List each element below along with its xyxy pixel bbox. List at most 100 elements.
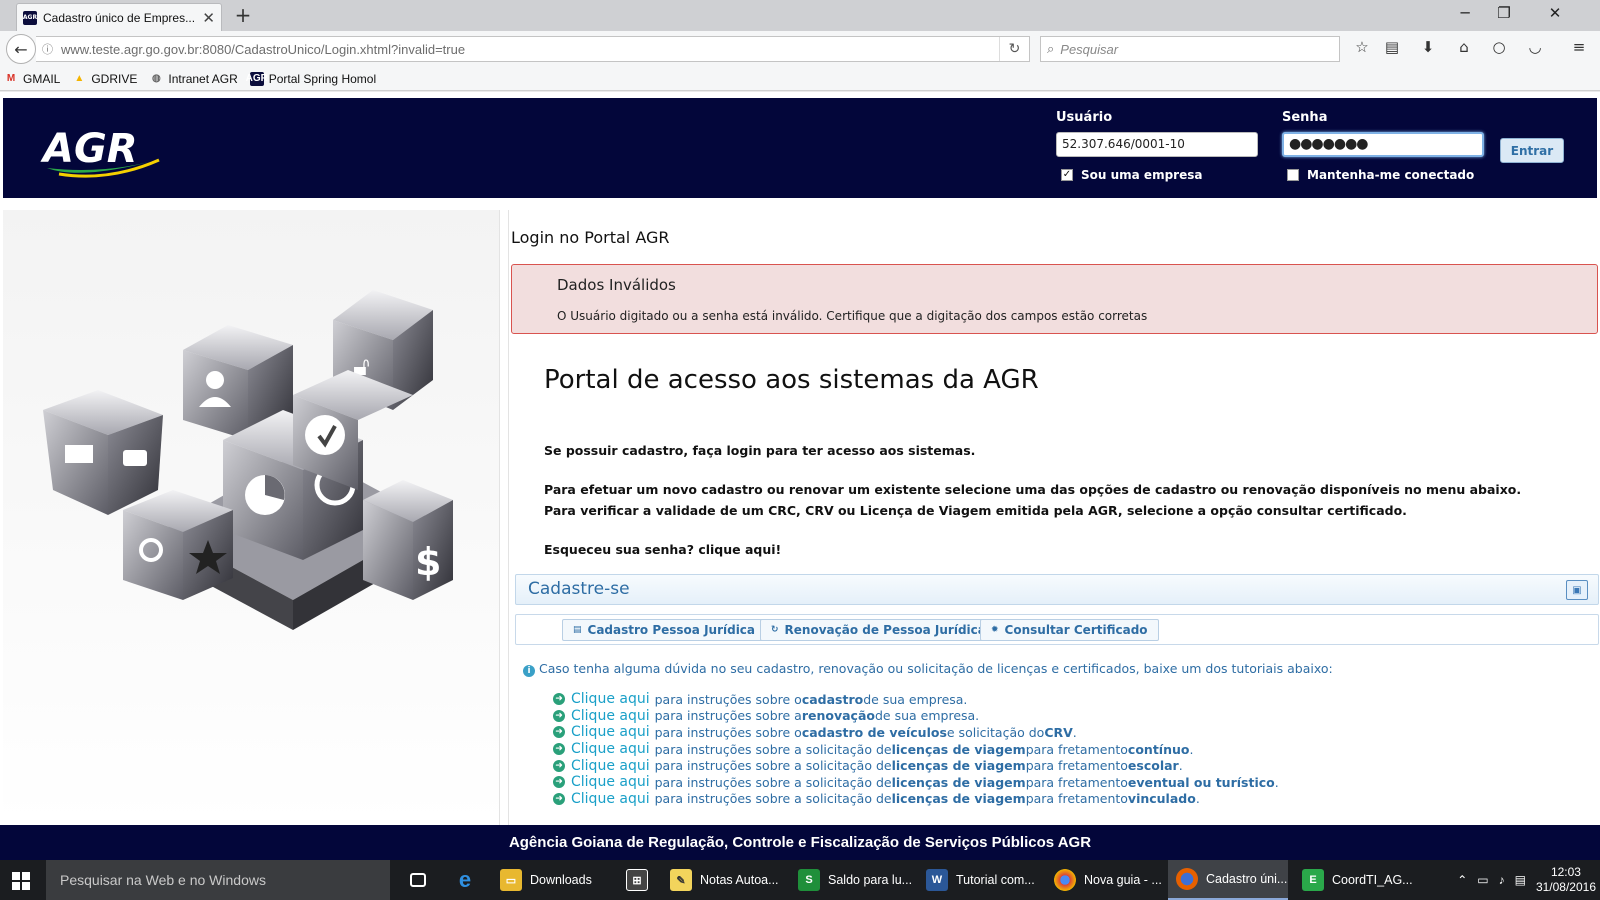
sou-empresa-checkbox-row[interactable]: ✓ Sou uma empresa: [1061, 168, 1202, 182]
info-icon[interactable]: ⓘ: [42, 41, 53, 57]
renovacao-pessoa-juridica-button[interactable]: ↻ Renovação de Pessoa Jurídica: [760, 619, 997, 641]
bookmark-gmail[interactable]: M GMAIL: [4, 72, 61, 86]
sou-empresa-checkbox[interactable]: ✓: [1061, 169, 1073, 181]
windows-start-icon[interactable]: [12, 872, 30, 890]
refresh-icon: ↻: [771, 625, 779, 635]
usuario-label: Usuário: [1056, 110, 1113, 125]
task-view-icon[interactable]: [402, 860, 442, 900]
browser-search-input[interactable]: ⌕ Pesquisar: [1040, 36, 1340, 62]
tab-title: Cadastro único de Empres...: [43, 10, 196, 25]
help-text: i Caso tenha alguma dúvida no seu cadastr…: [523, 661, 1333, 677]
reload-icon[interactable]: ↻: [999, 37, 1029, 61]
forgot-password-link[interactable]: Esqueceu sua senha? clique aqui!: [544, 542, 781, 557]
tutorial-list: ➜ Clique aqui para instruções sobre o cada…: [553, 691, 1279, 807]
notification-icon[interactable]: ▤: [1515, 873, 1526, 887]
arrow-circle-icon: ➜: [553, 776, 565, 789]
error-message-box: Dados Inválidos O Usuário digitado ou a …: [511, 264, 1598, 334]
taskbar-tutorial[interactable]: W Tutorial com...: [918, 860, 1040, 900]
tutorial-item: ➜ Clique aqui para instruções sobre a soli…: [553, 774, 1279, 791]
cadastre-se-panel-header[interactable]: Cadastre-se ▣: [515, 574, 1599, 605]
network-icon[interactable]: ▭: [1477, 873, 1488, 887]
window-close-icon[interactable]: ✕: [1540, 4, 1570, 22]
taskbar-search-input[interactable]: Pesquisar na Web e no Windows: [46, 860, 390, 900]
browser-tab-active[interactable]: AGR Cadastro único de Empres... ✕: [16, 3, 222, 31]
mantenha-checkbox-row[interactable]: Mantenha-me conectado: [1287, 168, 1474, 182]
new-tab-icon[interactable]: +: [232, 3, 254, 27]
evernote-icon: E: [1302, 869, 1324, 891]
restore-icon[interactable]: ❐: [1489, 4, 1519, 22]
reading-list-icon[interactable]: ▤: [1380, 38, 1404, 60]
senha-input[interactable]: ●●●●●●●: [1282, 132, 1484, 157]
logo-text: AGR: [40, 126, 138, 172]
arrow-circle-icon: ➜: [553, 693, 565, 706]
folder-icon: ▭: [500, 869, 522, 891]
browser-tab-bar: AGR Cadastro único de Empres... ✕ + ─ ❐ …: [0, 0, 1600, 31]
tutorial-item: ➜ Clique aqui para instruções sobre o cada…: [553, 724, 1279, 741]
store-icon[interactable]: ⊞: [618, 860, 658, 900]
home-icon[interactable]: ⌂: [1452, 38, 1476, 60]
id-card-icon[interactable]: ▣: [1566, 580, 1588, 600]
taskbar-nova-guia[interactable]: Nova guia - ...: [1046, 860, 1168, 900]
address-bar[interactable]: ⓘ www.teste.agr.go.gov.br:8080/CadastroU…: [36, 36, 1030, 62]
consultar-certificado-button[interactable]: ✹ Consultar Certificado: [980, 619, 1159, 641]
tutorial-link[interactable]: Clique aqui: [571, 774, 650, 790]
taskbar-cadastro[interactable]: Cadastro úni...: [1168, 860, 1288, 900]
tray-expand-icon[interactable]: ⌃: [1457, 873, 1467, 887]
clock[interactable]: 12:03 31/08/2016: [1536, 865, 1596, 895]
bookmark-portal-spring[interactable]: AGR Portal Spring Homol: [245, 71, 377, 86]
bookmark-star-icon[interactable]: ☆: [1350, 38, 1374, 60]
gmail-icon: M: [6, 73, 16, 84]
intro-text-certificado: Para verificar a validade de um CRC, CRV…: [544, 503, 1407, 518]
edge-icon[interactable]: e: [446, 860, 486, 900]
cadastre-se-title: Cadastre-se: [528, 579, 630, 599]
globe-icon: ◍: [151, 73, 161, 84]
chat-icon[interactable]: ○: [1487, 38, 1511, 60]
page-content: AGR Usuário 52.307.646/0001-10 Senha ●●●…: [0, 92, 1600, 825]
cadastro-pessoa-juridica-button[interactable]: ▤ Cadastro Pessoa Jurídica: [562, 619, 767, 641]
tutorial-link[interactable]: Clique aqui: [571, 741, 650, 757]
notes-icon: ✎: [670, 869, 692, 891]
tutorial-item: ➜ Clique aqui para instruções sobre a soli…: [553, 741, 1279, 758]
info-circle-icon: i: [523, 665, 535, 677]
usuario-input[interactable]: 52.307.646/0001-10: [1056, 132, 1258, 157]
volume-icon[interactable]: ♪: [1499, 873, 1505, 887]
tutorial-link[interactable]: Clique aqui: [571, 724, 650, 740]
taskbar-coordti[interactable]: E CoordTI_AG...: [1294, 860, 1413, 900]
agr-favicon-icon: AGR: [23, 10, 37, 25]
arrow-circle-icon: ➜: [553, 792, 565, 805]
chrome-icon: [1054, 869, 1076, 891]
magnifier-icon: ⌕: [1047, 41, 1055, 57]
senha-label: Senha: [1282, 110, 1328, 125]
bookmarks-bar: M GMAIL ▲ GDRIVE ◍ Intranet AGR AGR Port…: [0, 67, 1600, 91]
tutorial-link[interactable]: Clique aqui: [571, 758, 650, 774]
tutorial-link[interactable]: Clique aqui: [571, 708, 650, 724]
svg-text:$: $: [415, 540, 441, 584]
tab-close-icon[interactable]: ✕: [202, 9, 215, 27]
section-title: Login no Portal AGR: [511, 228, 670, 247]
taskbar-saldo[interactable]: S Saldo para lu...: [790, 860, 912, 900]
intro-text-cadastro: Para efetuar um novo cadastro ou renovar…: [544, 482, 1522, 497]
button-label: Cadastro Pessoa Jurídica: [587, 623, 756, 637]
mantenha-checkbox[interactable]: [1287, 169, 1299, 181]
gdrive-icon: ▲: [74, 73, 85, 84]
agr-favicon-icon: AGR: [245, 71, 268, 86]
bookmark-intranet[interactable]: ◍ Intranet AGR: [149, 71, 238, 86]
bookmark-gdrive[interactable]: ▲ GDRIVE: [72, 72, 137, 86]
menu-icon[interactable]: ≡: [1567, 38, 1591, 60]
entrar-button[interactable]: Entrar: [1500, 138, 1564, 163]
gear-icon: ✹: [991, 625, 999, 635]
tutorial-link[interactable]: Clique aqui: [571, 691, 650, 707]
pocket-icon[interactable]: ◡: [1523, 38, 1547, 60]
bookmark-label: Intranet AGR: [168, 71, 238, 86]
mantenha-label: Mantenha-me conectado: [1307, 168, 1475, 182]
minimize-icon[interactable]: ─: [1450, 4, 1480, 22]
windows-taskbar: Pesquisar na Web e no Windows e ▭ Downloa…: [0, 860, 1600, 900]
taskbar-notas[interactable]: ✎ Notas Autoa...: [662, 860, 784, 900]
intro-text-login: Se possuir cadastro, faça login para ter…: [544, 443, 976, 458]
taskbar-downloads[interactable]: ▭ Downloads: [492, 860, 610, 900]
download-icon[interactable]: ⬇: [1416, 38, 1440, 60]
cube-illustration: 🔓︎ $: [43, 290, 453, 630]
back-button[interactable]: ←: [6, 34, 36, 64]
bookmark-label: Portal Spring Homol: [268, 71, 377, 86]
tutorial-link[interactable]: Clique aqui: [571, 791, 650, 807]
